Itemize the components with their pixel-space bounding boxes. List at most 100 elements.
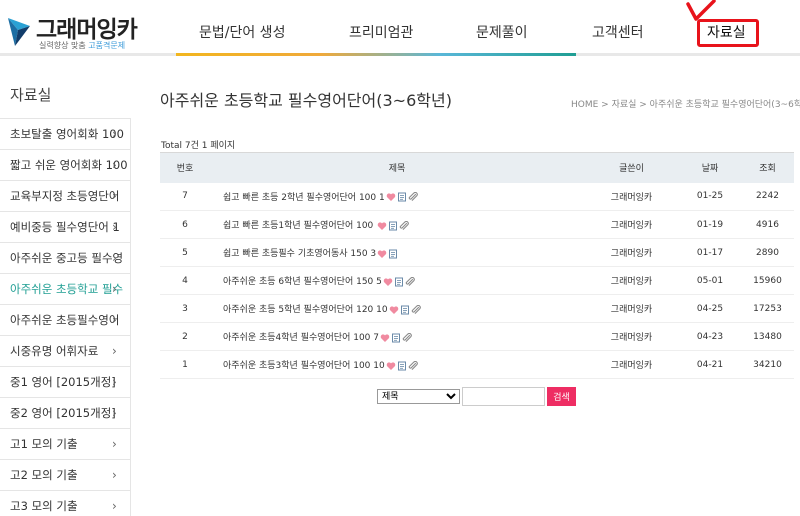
sidebar-item-pre-middle-words[interactable]: 예비중등 필수영단어 1 › bbox=[0, 212, 131, 243]
comment-count: 7 bbox=[373, 333, 380, 343]
row-subject-link[interactable]: 아주쉬운 초등4학년 필수영어단어 100 bbox=[223, 333, 370, 343]
heart-icon bbox=[377, 249, 387, 258]
chevron-right-icon: › bbox=[112, 127, 117, 141]
chevron-right-icon: › bbox=[112, 158, 117, 172]
document-icon bbox=[397, 361, 406, 370]
row-views: 13480 bbox=[741, 322, 794, 351]
row-views: 2242 bbox=[741, 182, 794, 211]
row-date: 01-17 bbox=[679, 238, 741, 267]
chevron-right-icon: › bbox=[112, 499, 117, 513]
row-author: 그래머잉카 bbox=[584, 294, 679, 323]
row-number: 6 bbox=[160, 210, 210, 239]
board-table: 번호 제목 글쓴이 날짜 조회 7 쉽고 빠른 초등 2학년 필수영어단어 100… bbox=[160, 152, 794, 379]
row-subject-link[interactable]: 아주쉬운 초등 6학년 필수영어단어 150 bbox=[223, 277, 373, 287]
row-date: 04-23 bbox=[679, 322, 741, 351]
row-author: 그래머잉카 bbox=[584, 210, 679, 239]
row-subject-link[interactable]: 아주쉬운 초등3학년 필수영어단어 100 bbox=[223, 361, 370, 371]
chevron-right-icon: › bbox=[112, 220, 117, 234]
search-input[interactable] bbox=[462, 387, 545, 406]
site-logo[interactable]: 그래머잉카 실력향상 맞춤 고품격문제 bbox=[6, 10, 138, 50]
table-row[interactable]: 7 쉽고 빠른 초등 2학년 필수영어단어 100 1 그래머잉카 01-25 2242 bbox=[160, 182, 794, 211]
row-author: 그래머잉카 bbox=[584, 238, 679, 267]
logo-mark-icon bbox=[8, 18, 30, 46]
sidebar-item-middle1-english[interactable]: 중1 영어 [2015개정] › bbox=[0, 367, 131, 398]
nav-customer-center[interactable]: 고객센터 bbox=[592, 22, 644, 42]
board-body: 7 쉽고 빠른 초등 2학년 필수영어단어 100 1 그래머잉카 01-25 2242… bbox=[160, 182, 794, 379]
sidebar-title: 자료실 bbox=[10, 86, 52, 104]
sidebar-item-middle2-english[interactable]: 중2 영어 [2015개정] › bbox=[0, 398, 131, 429]
row-number: 3 bbox=[160, 294, 210, 323]
document-icon bbox=[389, 221, 398, 230]
sidebar-item-ministry-elementary-words[interactable]: 교육부지정 초등영단어 › bbox=[0, 181, 131, 212]
row-subject-cell[interactable]: 아주쉬운 초등 6학년 필수영어단어 150 5 bbox=[210, 266, 584, 295]
attachment-icon bbox=[408, 192, 418, 202]
sidebar-item-easy-elementary-english[interactable]: 아주쉬운 초등필수영어 › bbox=[0, 305, 131, 336]
column-header-author: 글쓴이 bbox=[584, 152, 679, 183]
sidebar-item-high3-mock[interactable]: 고3 모의 기출 › bbox=[0, 491, 131, 516]
chevron-right-icon: › bbox=[112, 313, 117, 327]
row-views: 2890 bbox=[741, 238, 794, 267]
sidebar-item-easy-elementary-words[interactable]: 아주쉬운 초등학교 필수 › bbox=[0, 274, 131, 305]
heart-icon bbox=[380, 333, 390, 342]
sidebar-item-easy-secondary-words[interactable]: 아주쉬운 중고등 필수영 › bbox=[0, 243, 131, 274]
heart-icon bbox=[386, 193, 396, 202]
column-header-subject: 제목 bbox=[210, 152, 584, 183]
attachment-icon bbox=[411, 304, 421, 314]
sidebar-item-popular-vocab[interactable]: 시중유명 어휘자료 › bbox=[0, 336, 131, 367]
chevron-right-icon: › bbox=[112, 437, 117, 451]
document-icon bbox=[397, 192, 406, 202]
row-subject-cell[interactable]: 아주쉬운 초등3학년 필수영어단어 100 10 bbox=[210, 350, 584, 379]
table-row[interactable]: 2 아주쉬운 초등4학년 필수영어단어 100 7 그래머잉카 04-23 13480 bbox=[160, 322, 794, 351]
comment-count: 5 bbox=[376, 277, 382, 287]
nav-premium[interactable]: 프리미엄관 bbox=[349, 22, 413, 42]
row-date: 05-01 bbox=[679, 266, 741, 295]
row-subject-link[interactable]: 아주쉬운 초등 5학년 필수영어단어 120 bbox=[223, 305, 373, 315]
sidebar-item-short-conversation[interactable]: 짧고 쉬운 영어회화 100 › bbox=[0, 150, 131, 181]
chevron-right-icon: › bbox=[112, 344, 117, 358]
row-author: 그래머잉카 bbox=[584, 266, 679, 295]
comment-count: 10 bbox=[373, 361, 385, 371]
column-header-no: 번호 bbox=[160, 152, 210, 183]
chevron-right-icon: › bbox=[112, 251, 117, 265]
document-icon bbox=[394, 277, 403, 286]
row-author: 그래머잉카 bbox=[584, 182, 679, 211]
sidebar-menu: 초보탈출 영어회화 100 › 짧고 쉬운 영어회화 100 › 교육부지정 초등영… bbox=[0, 118, 131, 516]
row-views: 34210 bbox=[741, 350, 794, 379]
search-field-select[interactable]: 제목 bbox=[377, 389, 460, 404]
table-row[interactable]: 6 쉽고 빠른 초등1학년 필수영어단어 100 그래머잉카 01-19 4916 bbox=[160, 210, 794, 239]
row-subject-link[interactable]: 쉽고 빠른 초등필수 기초영어동사 150 bbox=[223, 249, 368, 259]
row-views: 4916 bbox=[741, 210, 794, 239]
nav-grammar-word[interactable]: 문법/단어 생성 bbox=[199, 22, 285, 42]
chevron-right-icon: › bbox=[112, 282, 117, 296]
chevron-right-icon: › bbox=[112, 468, 117, 482]
table-row[interactable]: 3 아주쉬운 초등 5학년 필수영어단어 120 10 그래머잉카 04-25 1725… bbox=[160, 294, 794, 323]
chevron-right-icon: › bbox=[112, 189, 117, 203]
sidebar-item-high1-mock[interactable]: 고1 모의 기출 › bbox=[0, 429, 131, 460]
attachment-icon bbox=[405, 276, 415, 286]
table-row[interactable]: 1 아주쉬운 초등3학년 필수영어단어 100 10 그래머잉카 04-21 34210 bbox=[160, 350, 794, 379]
row-author: 그래머잉카 bbox=[584, 322, 679, 351]
row-subject-link[interactable]: 쉽고 빠른 초등 2학년 필수영어단어 100 bbox=[223, 193, 376, 203]
table-row[interactable]: 4 아주쉬운 초등 6학년 필수영어단어 150 5 그래머잉카 05-01 15960 bbox=[160, 266, 794, 295]
red-annotation-box bbox=[697, 19, 759, 47]
row-subject-cell[interactable]: 쉽고 빠른 초등 2학년 필수영어단어 100 1 bbox=[210, 182, 584, 211]
heart-icon bbox=[389, 305, 398, 314]
row-subject-cell[interactable]: 아주쉬운 초등 5학년 필수영어단어 120 10 bbox=[210, 294, 584, 323]
nav-problems[interactable]: 문제풀이 bbox=[476, 22, 528, 42]
sidebar-item-high2-mock[interactable]: 고2 모의 기출 › bbox=[0, 460, 131, 491]
row-subject-cell[interactable]: 쉽고 빠른 초등필수 기초영어동사 150 3 bbox=[210, 238, 584, 267]
document-icon bbox=[392, 333, 401, 342]
row-date: 01-19 bbox=[679, 210, 741, 239]
row-number: 1 bbox=[160, 350, 210, 379]
header-stripe bbox=[0, 53, 800, 56]
table-row[interactable]: 5 쉽고 빠른 초등필수 기초영어동사 150 3 그래머잉카 01-17 2890 bbox=[160, 238, 794, 267]
document-icon bbox=[389, 249, 398, 258]
logo-subtitle: 실력향상 맞춤 고품격문제 bbox=[39, 41, 126, 50]
sidebar-item-beginner-conversation[interactable]: 초보탈출 영어회화 100 › bbox=[0, 119, 131, 150]
search-button[interactable]: 검색 bbox=[547, 387, 576, 406]
site-header: 그래머잉카 실력향상 맞춤 고품격문제 문법/단어 생성 프리미엄관 문제풀이 … bbox=[0, 0, 800, 56]
document-icon bbox=[400, 305, 409, 314]
row-subject-cell[interactable]: 아주쉬운 초등4학년 필수영어단어 100 7 bbox=[210, 322, 584, 351]
row-subject-cell[interactable]: 쉽고 빠른 초등1학년 필수영어단어 100 bbox=[210, 210, 584, 239]
row-subject-link[interactable]: 쉽고 빠른 초등1학년 필수영어단어 100 bbox=[223, 221, 373, 231]
